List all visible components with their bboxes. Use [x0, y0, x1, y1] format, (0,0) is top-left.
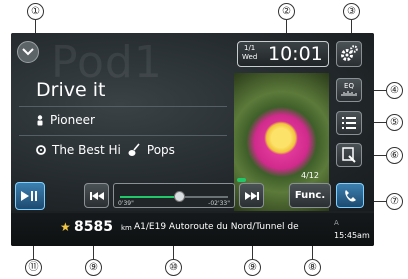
- divider-2: [19, 135, 227, 136]
- remaining-time: -02'33": [208, 200, 230, 207]
- callout-6: ⑥: [386, 147, 403, 164]
- settings-button[interactable]: [336, 41, 362, 67]
- clock-date: 1/1 Wed: [242, 44, 257, 62]
- skip-back-icon: [89, 191, 104, 200]
- distance-value: 8585: [74, 219, 113, 235]
- search-icon: [342, 147, 356, 163]
- eq-label: EQ: [344, 82, 354, 90]
- guitar-icon: [128, 143, 140, 156]
- callout-11: ⑪: [25, 259, 42, 276]
- skip-forward-icon: [244, 191, 259, 200]
- album-name: The Best Hi: [52, 143, 121, 157]
- clock-time: 10:01: [268, 43, 323, 65]
- callout-10: ⑩: [165, 259, 182, 276]
- star-icon: ★: [60, 220, 71, 234]
- distance-b: 85: [93, 219, 113, 235]
- distance-a: 85: [74, 219, 94, 235]
- phone-button[interactable]: [336, 183, 364, 208]
- callout-5: ⑤: [386, 114, 403, 131]
- album-icon: [36, 145, 46, 155]
- clock-date-value: 1/1: [244, 44, 256, 52]
- eq-button[interactable]: EQ: [336, 78, 362, 102]
- list-button[interactable]: [336, 111, 362, 135]
- callout-2: ②: [278, 3, 295, 20]
- seek-bar[interactable]: 0'39" -02'33": [113, 183, 235, 208]
- status-indicator: [237, 178, 246, 182]
- distance-unit: km: [121, 224, 132, 232]
- road-name: A1/E19 Autoroute du Nord/Tunnel de: [134, 222, 299, 232]
- equalizer-icon: [341, 91, 357, 96]
- previous-track-button[interactable]: [84, 183, 109, 208]
- album-row: The Best Hi Pops: [36, 143, 175, 157]
- callout-9-left: ⑨: [85, 259, 102, 276]
- arrival-label: A: [334, 219, 339, 227]
- clock-day: Wed: [242, 53, 258, 61]
- callout-4: ④: [386, 82, 403, 99]
- dropdown-button[interactable]: [17, 41, 39, 63]
- artist-name: Pioneer: [50, 113, 95, 127]
- elapsed-time: 0'39": [118, 200, 134, 207]
- gear-icon: [341, 45, 358, 61]
- callout-1: ①: [27, 3, 44, 20]
- chevron-down-icon: [22, 48, 34, 56]
- clock-widget[interactable]: 1/1 Wed 10:01: [237, 41, 329, 67]
- play-pause-button[interactable]: [15, 182, 45, 210]
- seek-progress: [120, 196, 180, 198]
- callout-7: ⑦: [386, 193, 403, 210]
- search-button[interactable]: [336, 143, 362, 167]
- callout-8: ⑧: [304, 259, 321, 276]
- next-track-button[interactable]: [239, 183, 264, 208]
- track-count: 4/12: [301, 171, 319, 180]
- artist-icon: [37, 114, 43, 125]
- arrival-time: 15:45am: [334, 231, 370, 240]
- head-unit-screen: Pod1 Drive it Pioneer The Best Hi Pops 1…: [11, 33, 374, 246]
- play-pause-icon: [21, 191, 37, 201]
- navigation-bar[interactable]: ★ 8585 km A1/E19 Autoroute du Nord/Tunne…: [11, 213, 374, 246]
- function-button[interactable]: Func.: [289, 183, 331, 208]
- divider-1: [19, 106, 227, 107]
- seek-handle[interactable]: [173, 191, 185, 202]
- list-icon: [342, 117, 356, 129]
- phone-icon: [345, 189, 356, 201]
- callout-3: ③: [343, 3, 360, 20]
- artist-row: Pioneer: [36, 113, 95, 127]
- genre-name: Pops: [146, 143, 175, 157]
- callout-9-right: ⑨: [244, 259, 261, 276]
- track-title: Drive it: [36, 79, 106, 101]
